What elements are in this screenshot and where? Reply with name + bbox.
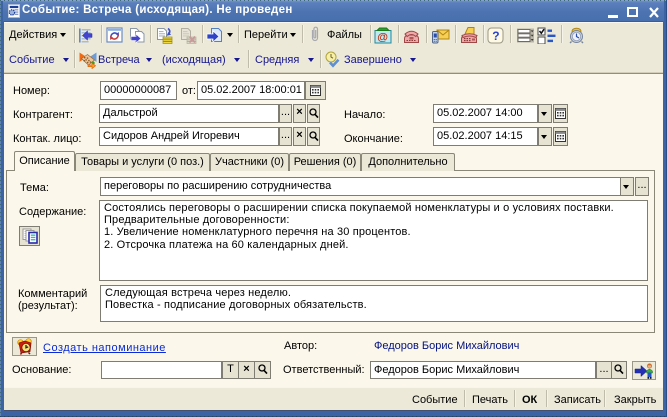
svg-text:@: @ [377, 32, 388, 44]
svg-text:?: ? [492, 29, 499, 43]
